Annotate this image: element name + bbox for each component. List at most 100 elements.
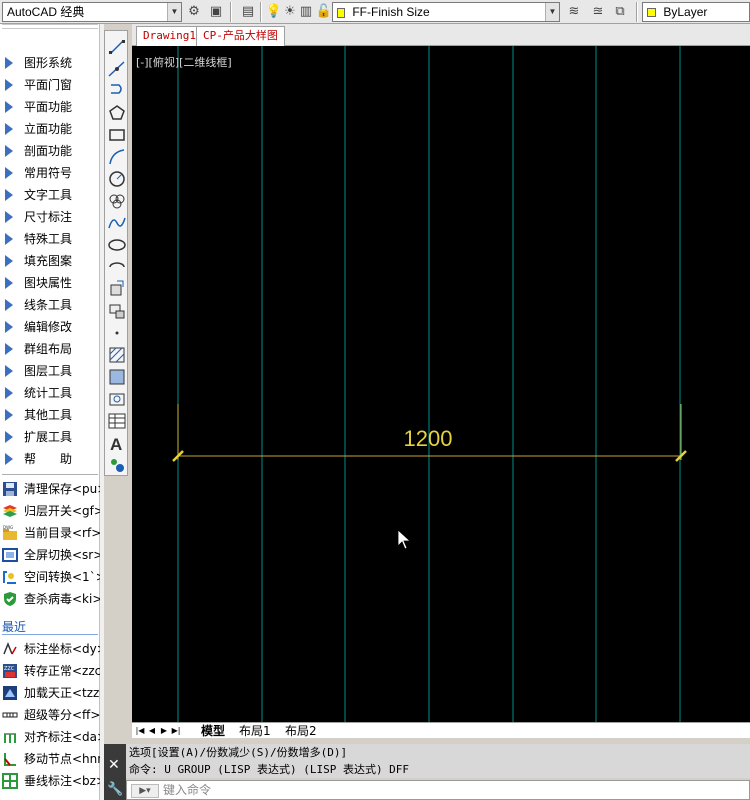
palette-item-group-layout[interactable]: 群组布局 [0, 338, 100, 360]
command-prompt-icon[interactable]: ▶▾ [131, 784, 159, 798]
palette-item-graphics-system[interactable]: 图形系统 [0, 52, 100, 74]
palette-item-special-tools[interactable]: 特殊工具 [0, 228, 100, 250]
chevron-down-icon[interactable]: ▼ [545, 3, 559, 21]
text-icon[interactable]: A [107, 433, 127, 453]
tab-label: 布局2 [285, 724, 317, 738]
recent-super-divide[interactable]: 超级等分<ff> [0, 704, 100, 726]
color-swatch [647, 8, 656, 18]
expand-triangle-icon [5, 387, 13, 399]
command-line: ✕ 🔧 选项[设置(A)/份数减少(S)/份数增多(D)] 命令: U GROU… [104, 744, 750, 800]
palette-item-section-functions[interactable]: 剖面功能 [0, 140, 100, 162]
recent-coordinate-dimension[interactable]: 标注坐标<dy> [0, 638, 100, 660]
first-tab-icon[interactable]: |◀ [134, 724, 146, 737]
expand-triangle-icon [5, 343, 13, 355]
command-current-directory[interactable]: DWG 当前目录<rf> [0, 522, 100, 544]
last-tab-icon[interactable]: ▶| [170, 724, 182, 737]
recent-save-as-normal[interactable]: ZZC 转存正常<zzc> [0, 660, 100, 682]
palette-item-plan-functions[interactable]: 平面功能 [0, 96, 100, 118]
command-label: 空间转换<1`> [24, 570, 100, 584]
palette-item-help[interactable]: 帮 助 [0, 448, 100, 470]
palette-item-block-attributes[interactable]: 图块属性 [0, 272, 100, 294]
expand-triangle-icon [5, 189, 13, 201]
rectangle-icon[interactable] [107, 125, 127, 145]
command-antivirus[interactable]: 查杀病毒<ki> [0, 588, 100, 610]
command-label: 查杀病毒<ki> [24, 592, 100, 606]
command-label: 当前目录<rf> [24, 526, 100, 540]
arc-icon[interactable] [107, 147, 127, 167]
circle-icon[interactable] [107, 169, 127, 189]
palette-item-other-tools[interactable]: 其他工具 [0, 404, 100, 426]
layer-select[interactable]: FF-Finish Size ▼ [332, 2, 560, 22]
workspace-settings-icon[interactable]: ▣ [206, 2, 226, 22]
layer-previous-icon[interactable]: ≋ [564, 2, 584, 22]
recent-aligned-dimension[interactable]: 对齐标注<da> [0, 726, 100, 748]
drawing-canvas[interactable]: 1200 [-][俯视][二维线框] [132, 46, 750, 722]
palette-item-common-symbols[interactable]: 常用符号 [0, 162, 100, 184]
layout-tabs: |◀ ◀ ▶ ▶| 模型 布局1 布局2 [132, 722, 750, 738]
workspace-select[interactable]: AutoCAD 经典 ▼ [2, 2, 182, 22]
next-tab-icon[interactable]: ▶ [158, 724, 170, 737]
expand-triangle-icon [5, 431, 13, 443]
command-space-convert[interactable]: 空间转换<1`> [0, 566, 100, 588]
polyline-icon[interactable] [107, 81, 127, 101]
autocad-window: AutoCAD 经典 ▼ ⚙ ▣ ▤ 💡 ☀ ▥ 🔓 FF-Finish Siz… [0, 0, 750, 800]
palette-grip[interactable] [2, 24, 98, 29]
insert-block-icon[interactable] [107, 279, 127, 299]
table-icon[interactable] [107, 411, 127, 431]
document-tabs: Drawing1 CP-产品大样图 [132, 24, 750, 46]
add-selected-icon[interactable] [107, 455, 127, 475]
polygon-icon[interactable] [107, 103, 127, 123]
palette-item-label: 统计工具 [24, 386, 73, 400]
recent-perpendicular-dimension[interactable]: 垂线标注<bz> [0, 770, 100, 792]
tab-layout2[interactable]: 布局2 [282, 723, 320, 739]
gear-icon[interactable]: ⚙ [184, 2, 204, 22]
prev-tab-icon[interactable]: ◀ [146, 724, 158, 737]
revision-cloud-icon[interactable] [107, 191, 127, 211]
palette-item-statistics-tools[interactable]: 统计工具 [0, 382, 100, 404]
layer-color-icon[interactable]: ▥ [296, 2, 316, 22]
wrench-icon[interactable]: 🔧 [107, 782, 123, 797]
command-layer-toggle[interactable]: 归层开关<gf> [0, 500, 100, 522]
palette-item-text-tools[interactable]: 文字工具 [0, 184, 100, 206]
tab-drawing1[interactable]: Drawing1 [136, 26, 203, 46]
region-icon[interactable] [107, 389, 127, 409]
ellipse-arc-icon[interactable] [107, 257, 127, 277]
palette-item-doors-windows[interactable]: 平面门窗 [0, 74, 100, 96]
recent-move-node[interactable]: 移动节点<hnn> [0, 748, 100, 770]
palette-item-line-tools[interactable]: 线条工具 [0, 294, 100, 316]
palette-item-dimension[interactable]: 尺寸标注 [0, 206, 100, 228]
point-icon[interactable] [107, 323, 127, 343]
tab-product-detail[interactable]: CP-产品大样图 [196, 26, 285, 46]
palette-item-extension-tools[interactable]: 扩展工具 [0, 426, 100, 448]
tab-model[interactable]: 模型 [198, 723, 228, 739]
layer-isolate-icon[interactable]: ⧉ [610, 2, 630, 22]
chevron-down-icon[interactable]: ▼ [167, 3, 181, 21]
layer-manager-icon[interactable]: ▤ [238, 2, 258, 22]
make-block-icon[interactable] [107, 301, 127, 321]
lock-icon[interactable]: 🔓 [314, 2, 334, 22]
layer-state-icon[interactable]: ≊ [588, 2, 608, 22]
palette-item-hatch-patterns[interactable]: 填充图案 [0, 250, 100, 272]
tab-layout1[interactable]: 布局1 [236, 723, 274, 739]
ellipse-icon[interactable] [107, 235, 127, 255]
viewport-controls[interactable]: [-][俯视][二维线框] [136, 54, 232, 70]
draw-toolbar: A [104, 30, 128, 476]
gradient-icon[interactable] [107, 367, 127, 387]
command-fullscreen[interactable]: 全屏切换<sr> [0, 544, 100, 566]
command-purge-save[interactable]: 清理保存<pu> [0, 478, 100, 500]
close-icon[interactable]: ✕ [108, 758, 120, 772]
command-input[interactable]: ▶▾ 键入命令 [126, 780, 750, 800]
palette-item-elevation-functions[interactable]: 立面功能 [0, 118, 100, 140]
line-icon[interactable] [107, 37, 127, 57]
spline-icon[interactable] [107, 213, 127, 233]
palette-item-label: 常用符号 [24, 166, 73, 180]
palette-item-edit-modify[interactable]: 编辑修改 [0, 316, 100, 338]
hatch-icon[interactable] [107, 345, 127, 365]
color-select[interactable]: ByLayer [642, 2, 750, 22]
palette-item-layer-tools[interactable]: 图层工具 [0, 360, 100, 382]
recent-load-tangent[interactable]: 加载天正<tzz> [0, 682, 100, 704]
construction-line-icon[interactable] [107, 59, 127, 79]
palette-item-label: 平面门窗 [24, 78, 73, 92]
expand-triangle-icon [5, 233, 13, 245]
palette-item-label: 其他工具 [24, 408, 73, 422]
